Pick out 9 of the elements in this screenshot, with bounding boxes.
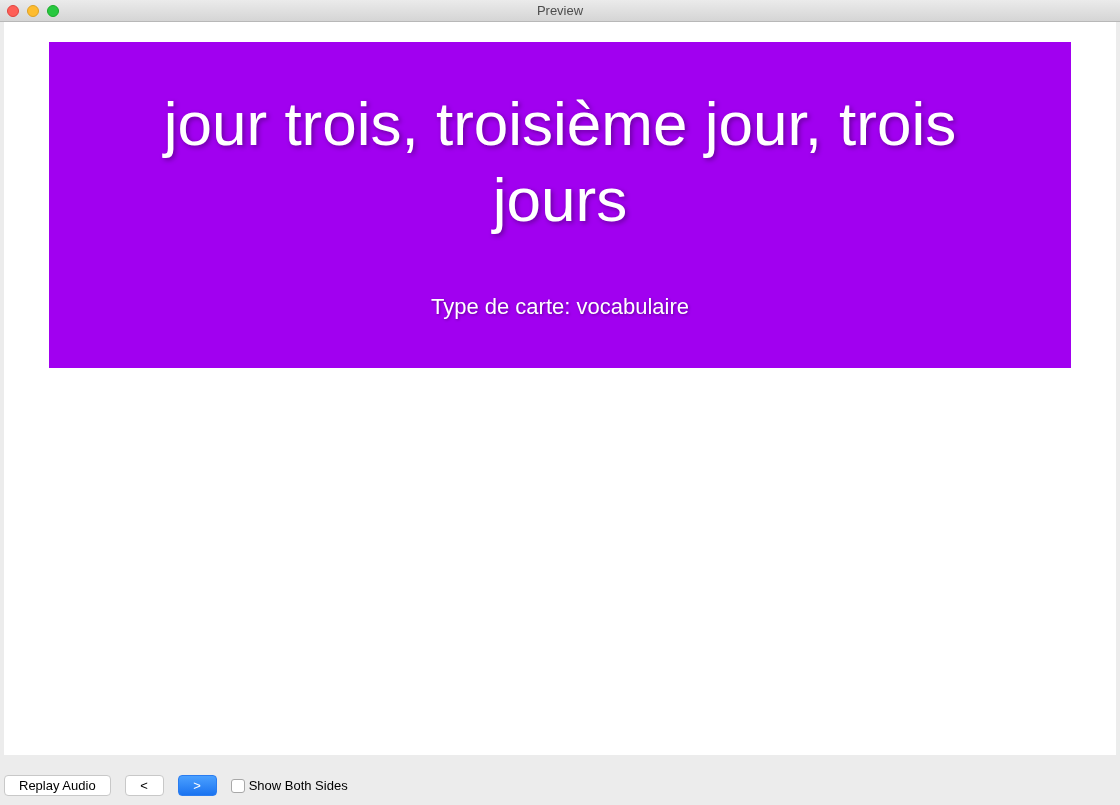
minimize-button[interactable]	[27, 5, 39, 17]
toolbar-button[interactable]: Replay Audio	[4, 775, 111, 796]
card-type: Type de carte: vocabulaire	[430, 293, 689, 321]
close-button[interactable]	[7, 5, 19, 17]
card-title: jour trois, troisième jour, trois jours	[161, 88, 958, 236]
window-title: Preview	[536, 1, 584, 20]
toolbar-button[interactable]: <	[124, 775, 164, 796]
zoom-button[interactable]	[47, 5, 59, 17]
show-both-sides-checkbox[interactable]: Show Both Sides	[230, 775, 348, 796]
